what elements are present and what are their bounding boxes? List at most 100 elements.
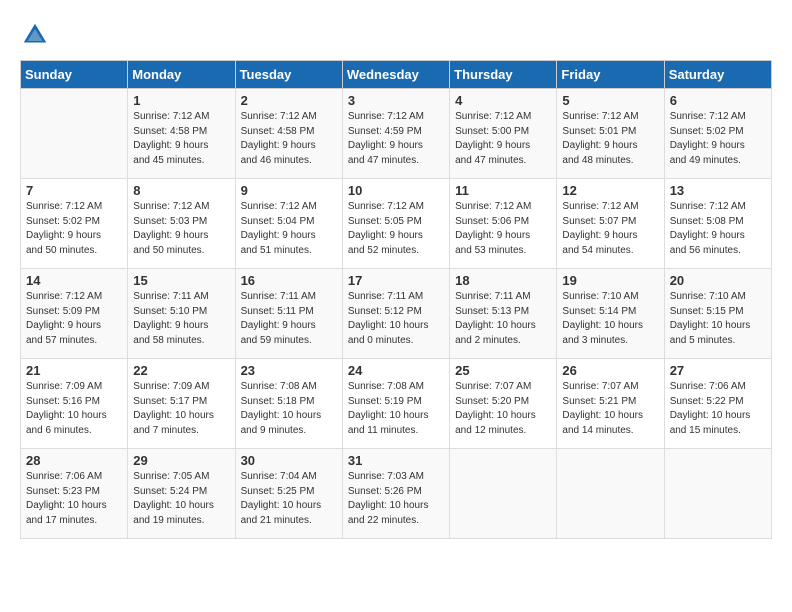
day-info: Sunrise: 7:12 AMSunset: 5:05 PMDaylight:…	[348, 200, 444, 258]
calendar-cell: 13 Sunrise: 7:12 AMSunset: 5:08 PMDayligh…	[664, 179, 771, 269]
calendar-cell: 22 Sunrise: 7:09 AMSunset: 5:17 PMDayligh…	[128, 359, 235, 449]
day-info: Sunrise: 7:07 AMSunset: 5:21 PMDaylight:…	[562, 380, 658, 438]
day-number: 22	[133, 363, 229, 378]
calendar-cell: 7Sunrise: 7:12 AMSunset: 5:02 PMDaylight…	[21, 179, 128, 269]
day-info: Sunrise: 7:04 AMSunset: 5:25 PMDaylight:…	[241, 470, 337, 528]
day-info: Sunrise: 7:11 AMSunset: 5:13 PMDaylight:…	[455, 290, 551, 348]
day-number: 30	[241, 453, 337, 468]
day-of-week-header: Sunday	[21, 61, 128, 89]
calendar-cell: 4 Sunrise: 7:12 AMSunset: 5:00 PMDaylight…	[450, 89, 557, 179]
calendar-cell: 23 Sunrise: 7:08 AMSunset: 5:18 PMDayligh…	[235, 359, 342, 449]
day-info: Sunrise: 7:12 AMSunset: 4:58 PMDaylight:…	[241, 110, 337, 168]
page-header	[20, 20, 772, 50]
day-number: 18	[455, 273, 551, 288]
day-number: 3	[348, 93, 444, 108]
day-info: Sunrise: 7:09 AMSunset: 5:16 PMDaylight:…	[26, 380, 122, 438]
calendar-cell: 26 Sunrise: 7:07 AMSunset: 5:21 PMDayligh…	[557, 359, 664, 449]
calendar-cell: 20 Sunrise: 7:10 AMSunset: 5:15 PMDayligh…	[664, 269, 771, 359]
day-number: 21	[26, 363, 122, 378]
day-info: Sunrise: 7:06 AMSunset: 5:23 PMDaylight:…	[26, 470, 122, 528]
day-number: 17	[348, 273, 444, 288]
calendar-cell: 12 Sunrise: 7:12 AMSunset: 5:07 PMDayligh…	[557, 179, 664, 269]
day-info: Sunrise: 7:12 AMSunset: 4:58 PMDaylight:…	[133, 110, 229, 168]
calendar-cell: 19 Sunrise: 7:10 AMSunset: 5:14 PMDayligh…	[557, 269, 664, 359]
calendar-cell	[557, 449, 664, 539]
calendar-cell: 8 Sunrise: 7:12 AMSunset: 5:03 PMDaylight…	[128, 179, 235, 269]
calendar-cell: 18 Sunrise: 7:11 AMSunset: 5:13 PMDayligh…	[450, 269, 557, 359]
day-number: 25	[455, 363, 551, 378]
calendar-cell: 29Sunrise: 7:05 AMSunset: 5:24 PMDayligh…	[128, 449, 235, 539]
calendar-header-row: SundayMondayTuesdayWednesdayThursdayFrid…	[21, 61, 772, 89]
calendar-cell: 31Sunrise: 7:03 AMSunset: 5:26 PMDayligh…	[342, 449, 449, 539]
day-info: Sunrise: 7:09 AMSunset: 5:17 PMDaylight:…	[133, 380, 229, 438]
calendar-cell: 25 Sunrise: 7:07 AMSunset: 5:20 PMDayligh…	[450, 359, 557, 449]
day-info: Sunrise: 7:12 AMSunset: 5:03 PMDaylight:…	[133, 200, 229, 258]
day-number: 2	[241, 93, 337, 108]
calendar-week-row: 14 Sunrise: 7:12 AMSunset: 5:09 PMDayligh…	[21, 269, 772, 359]
calendar-cell: 16Sunrise: 7:11 AMSunset: 5:11 PMDayligh…	[235, 269, 342, 359]
day-of-week-header: Monday	[128, 61, 235, 89]
calendar-cell: 3 Sunrise: 7:12 AMSunset: 4:59 PMDaylight…	[342, 89, 449, 179]
day-info: Sunrise: 7:12 AMSunset: 5:02 PMDaylight:…	[670, 110, 766, 168]
day-info: Sunrise: 7:12 AMSunset: 5:06 PMDaylight:…	[455, 200, 551, 258]
calendar-cell: 9 Sunrise: 7:12 AMSunset: 5:04 PMDaylight…	[235, 179, 342, 269]
day-info: Sunrise: 7:12 AMSunset: 5:08 PMDaylight:…	[670, 200, 766, 258]
day-info: Sunrise: 7:12 AMSunset: 5:04 PMDaylight:…	[241, 200, 337, 258]
day-info: Sunrise: 7:07 AMSunset: 5:20 PMDaylight:…	[455, 380, 551, 438]
day-info: Sunrise: 7:11 AMSunset: 5:10 PMDaylight:…	[133, 290, 229, 348]
day-info: Sunrise: 7:10 AMSunset: 5:15 PMDaylight:…	[670, 290, 766, 348]
day-number: 14	[26, 273, 122, 288]
day-number: 26	[562, 363, 658, 378]
calendar-week-row: 1Sunrise: 7:12 AMSunset: 4:58 PMDaylight…	[21, 89, 772, 179]
day-number: 20	[670, 273, 766, 288]
calendar-week-row: 21 Sunrise: 7:09 AMSunset: 5:16 PMDayligh…	[21, 359, 772, 449]
calendar-table: SundayMondayTuesdayWednesdayThursdayFrid…	[20, 60, 772, 539]
calendar-cell: 17Sunrise: 7:11 AMSunset: 5:12 PMDayligh…	[342, 269, 449, 359]
day-of-week-header: Saturday	[664, 61, 771, 89]
day-number: 8	[133, 183, 229, 198]
day-number: 19	[562, 273, 658, 288]
day-number: 31	[348, 453, 444, 468]
day-of-week-header: Tuesday	[235, 61, 342, 89]
calendar-cell: 21 Sunrise: 7:09 AMSunset: 5:16 PMDayligh…	[21, 359, 128, 449]
day-number: 23	[241, 363, 337, 378]
day-of-week-header: Friday	[557, 61, 664, 89]
calendar-cell: 14 Sunrise: 7:12 AMSunset: 5:09 PMDayligh…	[21, 269, 128, 359]
calendar-cell: 6 Sunrise: 7:12 AMSunset: 5:02 PMDaylight…	[664, 89, 771, 179]
day-info: Sunrise: 7:12 AMSunset: 5:09 PMDaylight:…	[26, 290, 122, 348]
day-info: Sunrise: 7:12 AMSunset: 5:01 PMDaylight:…	[562, 110, 658, 168]
day-info: Sunrise: 7:06 AMSunset: 5:22 PMDaylight:…	[670, 380, 766, 438]
day-number: 24	[348, 363, 444, 378]
calendar-cell	[664, 449, 771, 539]
day-info: Sunrise: 7:08 AMSunset: 5:18 PMDaylight:…	[241, 380, 337, 438]
day-number: 7	[26, 183, 122, 198]
day-number: 11	[455, 183, 551, 198]
day-info: Sunrise: 7:05 AMSunset: 5:24 PMDaylight:…	[133, 470, 229, 528]
day-number: 5	[562, 93, 658, 108]
calendar-week-row: 7Sunrise: 7:12 AMSunset: 5:02 PMDaylight…	[21, 179, 772, 269]
day-info: Sunrise: 7:12 AMSunset: 5:00 PMDaylight:…	[455, 110, 551, 168]
day-number: 28	[26, 453, 122, 468]
calendar-cell: 27 Sunrise: 7:06 AMSunset: 5:22 PMDayligh…	[664, 359, 771, 449]
day-number: 27	[670, 363, 766, 378]
day-number: 4	[455, 93, 551, 108]
logo-icon	[20, 20, 50, 50]
day-number: 15	[133, 273, 229, 288]
day-info: Sunrise: 7:10 AMSunset: 5:14 PMDaylight:…	[562, 290, 658, 348]
day-number: 6	[670, 93, 766, 108]
day-number: 16	[241, 273, 337, 288]
day-of-week-header: Thursday	[450, 61, 557, 89]
calendar-cell: 10 Sunrise: 7:12 AMSunset: 5:05 PMDayligh…	[342, 179, 449, 269]
calendar-cell: 28 Sunrise: 7:06 AMSunset: 5:23 PMDayligh…	[21, 449, 128, 539]
day-info: Sunrise: 7:12 AMSunset: 5:07 PMDaylight:…	[562, 200, 658, 258]
calendar-cell	[21, 89, 128, 179]
logo	[20, 20, 54, 50]
calendar-cell	[450, 449, 557, 539]
day-number: 9	[241, 183, 337, 198]
day-number: 12	[562, 183, 658, 198]
day-number: 10	[348, 183, 444, 198]
day-info: Sunrise: 7:12 AMSunset: 4:59 PMDaylight:…	[348, 110, 444, 168]
calendar-cell: 30 Sunrise: 7:04 AMSunset: 5:25 PMDayligh…	[235, 449, 342, 539]
day-number: 13	[670, 183, 766, 198]
calendar-cell: 11 Sunrise: 7:12 AMSunset: 5:06 PMDayligh…	[450, 179, 557, 269]
